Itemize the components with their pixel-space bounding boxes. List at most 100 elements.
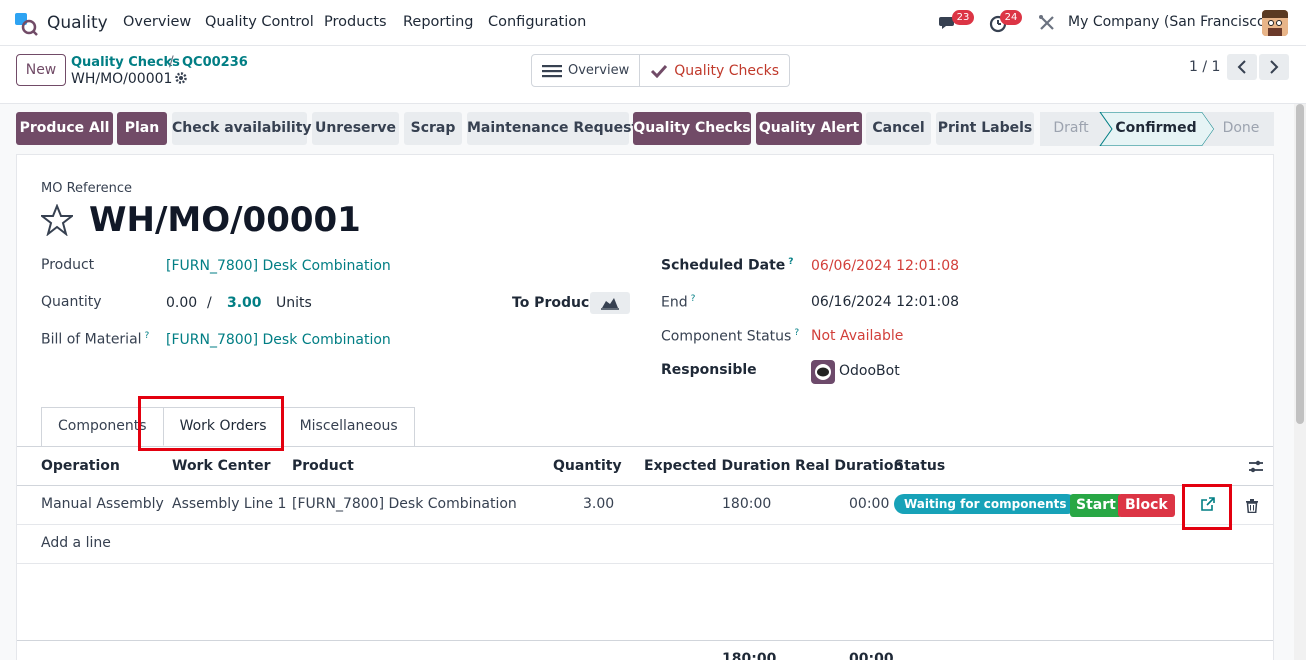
product-field[interactable]: [FURN_7800] Desk Combination: [166, 258, 391, 274]
page-scrollbar[interactable]: [1294, 104, 1306, 660]
produce-all-button[interactable]: Produce All: [16, 112, 113, 145]
gear-icon[interactable]: [174, 71, 188, 85]
quantity-label: Quantity: [41, 294, 102, 310]
responsible-field[interactable]: OdooBot: [839, 363, 900, 379]
menu-overview[interactable]: Overview: [123, 14, 191, 30]
forecast-button[interactable]: [590, 292, 630, 314]
component-status-label: Component Status?: [661, 328, 799, 345]
quality-alert-button[interactable]: Quality Alert: [756, 112, 862, 145]
component-status-field: Not Available: [811, 328, 904, 344]
view-switcher: Overview Quality Checks: [531, 54, 791, 87]
tools-icon[interactable]: [1037, 13, 1057, 33]
mo-title: WH/MO/00001: [89, 200, 361, 240]
col-work-center[interactable]: Work Center: [172, 458, 270, 474]
cell-expected-duration: 180:00: [722, 496, 772, 512]
total-real-duration: 00:00: [849, 651, 894, 660]
table-row[interactable]: Manual Assembly Assembly Line 1 [FURN_78…: [17, 486, 1273, 525]
col-real-duration[interactable]: Real Duration: [795, 458, 903, 474]
quality-app-icon[interactable]: [14, 12, 38, 36]
block-button[interactable]: Block: [1118, 494, 1175, 517]
status-done[interactable]: Done: [1222, 112, 1260, 145]
component-status-help-icon[interactable]: ?: [794, 328, 799, 338]
status-draft[interactable]: Draft: [1053, 112, 1089, 145]
highlight-work-orders-tab: [138, 396, 284, 451]
messages-badge: 23: [952, 10, 974, 25]
col-status[interactable]: Status: [894, 458, 945, 474]
responsible-label: Responsible: [661, 362, 757, 378]
scheduled-date-field[interactable]: 06/06/2024 12:01:08: [811, 258, 959, 274]
column-settings-icon[interactable]: [1248, 459, 1264, 475]
col-expected-duration[interactable]: Expected Duration: [644, 458, 791, 474]
breadcrumb-qc-record[interactable]: QC00236: [182, 55, 248, 70]
menu-quality-control[interactable]: Quality Control: [205, 14, 314, 30]
print-labels-button[interactable]: Print Labels: [936, 112, 1034, 145]
cell-product: [FURN_7800] Desk Combination: [292, 496, 517, 512]
menu-configuration[interactable]: Configuration: [488, 14, 586, 30]
col-quantity[interactable]: Quantity: [553, 458, 622, 474]
scheduled-date-label: Scheduled Date?: [661, 257, 794, 274]
control-panel: New Quality Checks / QC00236 WH/MO/00001…: [0, 46, 1306, 104]
bom-label-text: Bill of Material: [41, 331, 142, 348]
empty-row: [17, 602, 1273, 641]
quality-checks-view-label: Quality Checks: [674, 62, 780, 79]
plan-button[interactable]: Plan: [117, 112, 167, 145]
breadcrumb-separator: /: [169, 54, 174, 70]
chevron-right-icon: [1270, 60, 1279, 74]
odoobot-avatar: [811, 360, 835, 384]
pager-value[interactable]: 1 / 1: [1189, 59, 1220, 75]
menu-reporting[interactable]: Reporting: [403, 14, 474, 30]
chevron-left-icon: [1237, 60, 1246, 74]
check-availability-button[interactable]: Check availability: [172, 112, 312, 145]
bom-label: Bill of Material?: [41, 331, 149, 348]
end-date-field[interactable]: 06/16/2024 12:01:08: [811, 294, 959, 310]
start-button[interactable]: Start: [1070, 494, 1122, 517]
qty-produced-field[interactable]: 0.00: [166, 295, 197, 311]
highlight-external-link: [1182, 484, 1232, 530]
breadcrumb-quality-checks[interactable]: Quality Checks: [71, 55, 180, 70]
app-name[interactable]: Quality: [47, 13, 108, 33]
user-avatar[interactable]: [1262, 10, 1288, 36]
pager-previous-button[interactable]: [1227, 54, 1257, 80]
overview-view-button[interactable]: Overview: [532, 55, 639, 86]
new-button[interactable]: New: [16, 54, 66, 86]
cancel-button[interactable]: Cancel: [866, 112, 931, 145]
empty-row: [17, 564, 1273, 603]
area-chart-icon: [601, 298, 619, 310]
status-badge: Waiting for components: [894, 494, 1077, 514]
qty-total-field[interactable]: 3.00: [227, 295, 262, 311]
bom-field[interactable]: [FURN_7800] Desk Combination: [166, 332, 391, 348]
qty-separator: /: [207, 295, 212, 311]
check-icon: [651, 64, 668, 78]
component-status-label-text: Component Status: [661, 328, 792, 345]
star-icon[interactable]: [41, 204, 73, 236]
to-produce-label: To Produce: [512, 295, 599, 311]
product-label: Product: [41, 257, 95, 273]
col-product[interactable]: Product: [292, 458, 354, 474]
activities-badge: 24: [1000, 10, 1022, 25]
tab-miscellaneous[interactable]: Miscellaneous: [282, 407, 415, 446]
col-operation[interactable]: Operation: [41, 458, 120, 474]
pager-next-button[interactable]: [1259, 54, 1289, 80]
trash-icon[interactable]: [1246, 499, 1258, 513]
menu-products[interactable]: Products: [324, 14, 387, 30]
status-confirmed[interactable]: Confirmed: [1114, 112, 1198, 145]
bom-help-icon[interactable]: ?: [145, 331, 150, 341]
scrollbar-thumb[interactable]: [1296, 104, 1304, 424]
end-help-icon[interactable]: ?: [691, 294, 696, 304]
list-icon: [542, 64, 562, 77]
mo-reference-label: MO Reference: [41, 181, 133, 196]
cell-quantity: 3.00: [583, 496, 615, 512]
maintenance-request-button[interactable]: Maintenance Request: [467, 112, 638, 145]
scheduled-date-label-text: Scheduled Date: [661, 257, 786, 274]
qty-unit: Units: [276, 295, 312, 311]
unreserve-button[interactable]: Unreserve: [312, 112, 399, 145]
add-line-link[interactable]: Add a line: [41, 535, 111, 551]
scrap-button[interactable]: Scrap: [404, 112, 462, 145]
end-label-text: End: [661, 294, 688, 311]
overview-view-label: Overview: [568, 63, 630, 78]
scheduled-help-icon[interactable]: ?: [788, 257, 793, 267]
quality-checks-button[interactable]: Quality Checks: [633, 112, 751, 145]
quality-checks-view-button[interactable]: Quality Checks: [639, 55, 789, 86]
top-navbar: Quality Overview Quality Control Product…: [0, 0, 1306, 46]
company-switcher[interactable]: My Company (San Francisco): [1068, 14, 1271, 30]
